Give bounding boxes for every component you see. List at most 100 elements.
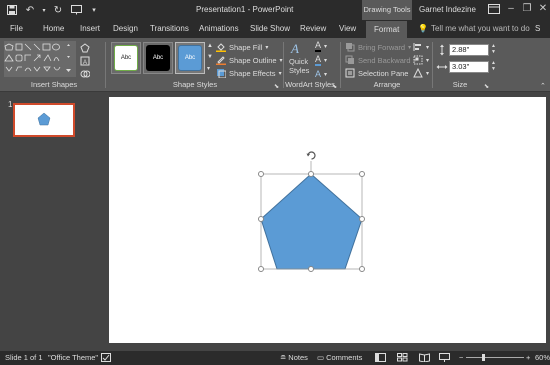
shape-height-value: 2.88" — [452, 45, 470, 54]
shape-outline-label: Shape Outline — [229, 55, 277, 65]
arrow-line-shape-icon — [33, 43, 41, 51]
collapse-ribbon-icon[interactable]: ⌃ — [540, 82, 546, 90]
undo-dropdown-icon[interactable]: ▾ — [42, 4, 46, 16]
resize-handle-left[interactable] — [258, 216, 264, 222]
text-fill-button[interactable]: A ▾ — [315, 41, 327, 52]
save-icon[interactable] — [6, 4, 18, 16]
shape-effects-button[interactable]: Shape Effects ▾ — [216, 68, 282, 79]
resize-handle-right[interactable] — [359, 216, 365, 222]
comments-button[interactable]: ▭ Comments — [317, 353, 362, 362]
slide-show-icon[interactable] — [439, 353, 450, 364]
selection-pane-button[interactable]: Selection Pane — [345, 68, 408, 78]
resize-handle-bottom[interactable] — [308, 266, 314, 272]
rotate-handle-icon[interactable] — [305, 149, 318, 162]
undo-icon[interactable]: ↶ — [24, 4, 36, 16]
shape-style-3-selected[interactable]: Abc — [175, 42, 205, 74]
slide-sorter-icon[interactable] — [397, 353, 408, 364]
text-effects-button[interactable]: A ▾ — [315, 69, 327, 79]
shape-effects-label: Shape Effects — [229, 68, 276, 78]
height-icon — [437, 44, 447, 56]
shape-fill-button[interactable]: Shape Fill ▾ — [216, 42, 268, 52]
send-backward-button[interactable]: Send Backward ▾ — [345, 55, 417, 65]
rotate-button[interactable]: ▾ — [413, 67, 429, 78]
width-spinner[interactable]: ▲ ▼ — [491, 60, 496, 72]
comment-icon: ▭ — [317, 353, 325, 362]
gallery-more-icon[interactable]: ▾ — [207, 65, 210, 72]
shape-style-1[interactable]: Abc — [111, 42, 141, 74]
reading-view-icon[interactable] — [419, 353, 430, 364]
redo-icon[interactable]: ↻ — [52, 4, 64, 16]
shape-outline-button[interactable]: Shape Outline ▾ — [216, 55, 283, 65]
resize-handle-bottom-right[interactable] — [359, 266, 365, 272]
tab-format[interactable]: Format — [366, 20, 408, 38]
spin-down-icon: ▼ — [491, 66, 496, 72]
gallery-scroll-down-icon[interactable]: ▼ — [207, 54, 213, 60]
zoom-in-button[interactable]: + — [526, 353, 530, 362]
tab-home[interactable]: Home — [43, 24, 64, 33]
normal-view-icon[interactable] — [375, 353, 386, 364]
notes-button[interactable]: ≘ Notes — [280, 353, 308, 362]
edit-shape-icon[interactable] — [80, 43, 90, 53]
send-backward-label: Send Backward — [358, 55, 411, 65]
width-icon — [436, 62, 448, 72]
resize-handle-bottom-left[interactable] — [258, 266, 264, 272]
zoom-level[interactable]: 60% — [535, 353, 550, 362]
tab-animations[interactable]: Animations — [199, 24, 239, 33]
merge-shapes-icon[interactable] — [80, 69, 90, 79]
shape-style-2[interactable]: Abc — [143, 42, 173, 74]
size-launcher-icon[interactable]: ⬊ — [484, 83, 489, 90]
spell-check-icon[interactable] — [101, 353, 111, 364]
close-icon[interactable]: ✕ — [537, 3, 549, 15]
freeform-shape-icon — [5, 66, 13, 72]
shape-width-input[interactable]: 3.03" — [449, 61, 489, 73]
height-spinner[interactable]: ▲ ▼ — [491, 43, 496, 55]
ribbon: A Insert Shapes Abc Abc Abc ▲ ▼ ▾ Shape … — [0, 38, 550, 92]
tab-insert[interactable]: Insert — [80, 24, 100, 33]
group-separator — [283, 42, 284, 88]
text-box-icon[interactable]: A — [80, 56, 90, 66]
ribbon-display-options-icon[interactable] — [487, 2, 501, 16]
spin-down-icon: ▼ — [491, 49, 496, 55]
gallery-scroll-up-icon[interactable]: ▲ — [207, 43, 213, 49]
bring-forward-button[interactable]: Bring Forward ▾ — [345, 42, 411, 52]
resize-handle-top-left[interactable] — [258, 171, 264, 177]
user-name[interactable]: Garnet Indezine — [419, 5, 476, 14]
svg-text:A: A — [83, 60, 87, 66]
start-from-beginning-icon[interactable] — [70, 4, 82, 16]
arc-shape-icon — [24, 67, 32, 72]
tell-me-placeholder: Tell me what you want to do — [430, 24, 530, 33]
text-outline-button[interactable]: A ▾ — [315, 55, 327, 66]
tab-view[interactable]: View — [339, 24, 356, 33]
shape-height-input[interactable]: 2.88" — [449, 44, 489, 56]
wordart-styles-label: WordArt Styles — [285, 80, 335, 89]
maximize-icon[interactable]: ❐ — [521, 3, 533, 15]
shape-styles-launcher-icon[interactable]: ⬊ — [274, 83, 279, 90]
tab-design[interactable]: Design — [113, 24, 138, 33]
quick-styles-label-1: Quick — [289, 57, 309, 66]
selection-pane-icon — [345, 68, 355, 78]
quick-styles-button-icon[interactable]: A — [290, 41, 306, 55]
zoom-out-button[interactable]: − — [459, 353, 463, 362]
arrange-label: Arrange — [373, 80, 401, 89]
scribble-shape-icon — [15, 66, 22, 72]
group-objects-button[interactable]: ▾ — [413, 55, 429, 65]
tell-me-box[interactable]: 💡 Tell me what you want to do — [418, 24, 530, 33]
wordart-launcher-icon[interactable]: ⬊ — [332, 83, 337, 90]
customize-qat-icon[interactable]: ▾ — [88, 4, 100, 16]
resize-handle-top[interactable] — [308, 171, 314, 177]
ribbon-tabs: File Home Insert Design Transitions Anim… — [0, 20, 550, 38]
align-button[interactable]: ▾ — [413, 42, 429, 52]
zoom-slider-track[interactable] — [466, 357, 524, 358]
resize-handle-top-right[interactable] — [359, 171, 365, 177]
tab-review[interactable]: Review — [300, 24, 326, 33]
shapes-gallery[interactable] — [4, 41, 76, 77]
quick-styles-button[interactable]: Quick Styles — [289, 57, 309, 75]
share-button[interactable]: S — [535, 24, 540, 33]
tab-slide-show[interactable]: Slide Show — [250, 24, 290, 33]
tab-file[interactable]: File — [10, 24, 23, 33]
slide-thumbnail[interactable] — [13, 103, 75, 137]
zoom-slider-thumb[interactable] — [482, 354, 485, 361]
tab-transitions[interactable]: Transitions — [150, 24, 189, 33]
slide-canvas[interactable] — [109, 97, 546, 343]
minimize-icon[interactable]: – — [505, 3, 517, 15]
